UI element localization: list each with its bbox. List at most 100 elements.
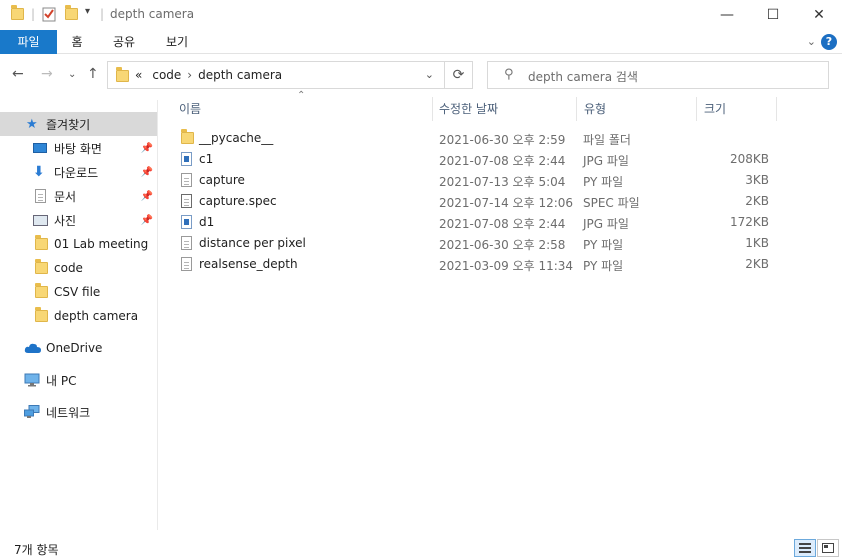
file-type: PY 파일 [583, 238, 624, 252]
search-placeholder: depth camera 검색 [528, 70, 638, 84]
pin-icon[interactable]: 📌 [141, 215, 153, 226]
minimize-button[interactable]: — [704, 0, 750, 30]
up-button[interactable]: ↑ [87, 66, 99, 82]
column-divider[interactable] [576, 97, 577, 121]
nav-item-label: code [54, 261, 83, 275]
folder-icon [11, 5, 24, 26]
back-button[interactable]: ← [12, 66, 24, 82]
file-modified: 2021-07-08 오후 2:44 [439, 154, 566, 168]
nav-item-documents[interactable]: 문서 📌 [0, 184, 157, 208]
nav-item-network[interactable]: 네트워크 [0, 400, 157, 424]
file-size: 208KB [729, 152, 769, 166]
address-bar[interactable]: « code › depth camera ⌄ [107, 61, 445, 89]
nav-item-downloads[interactable]: ⬇ 다운로드 📌 [0, 160, 157, 184]
status-item-count: 7개 항목 [14, 543, 59, 557]
py-file-icon [181, 236, 192, 250]
close-button[interactable]: ✕ [796, 0, 842, 30]
file-type: SPEC 파일 [583, 196, 640, 210]
nav-item-quick-access[interactable]: ★ 즐겨찾기 [0, 112, 157, 136]
refresh-button[interactable]: ⟳ [445, 61, 473, 89]
nav-item-desktop[interactable]: 바탕 화면 📌 [0, 136, 157, 160]
nav-item-label: 즐겨찾기 [46, 117, 91, 132]
expand-ribbon-icon[interactable]: ⌄ [807, 35, 816, 48]
file-size: 2KB [745, 194, 769, 208]
file-row[interactable]: d1 2021-07-08 오후 2:44 JPG 파일 172KB [175, 212, 775, 233]
forward-button[interactable]: → [41, 66, 53, 82]
pc-icon [24, 373, 40, 387]
search-input[interactable]: ⚲ depth camera 검색 [487, 61, 829, 89]
nav-item-label: 사진 [54, 213, 77, 228]
maximize-button[interactable]: ☐ [750, 0, 796, 30]
pin-icon[interactable]: 📌 [141, 191, 153, 202]
chevron-right-icon[interactable]: › [187, 68, 192, 82]
nav-item-pictures[interactable]: 사진 📌 [0, 208, 157, 232]
toolbar-separator: | [100, 7, 105, 21]
nav-item-depth-camera[interactable]: depth camera [0, 304, 157, 328]
file-row[interactable]: capture 2021-07-13 오후 5:04 PY 파일 3KB [175, 170, 775, 191]
cloud-icon [24, 342, 42, 354]
nav-item-csv-file[interactable]: CSV file [0, 280, 157, 304]
breadcrumb-overflow[interactable]: « [135, 68, 142, 82]
column-divider[interactable] [696, 97, 697, 121]
nav-item-label: 다운로드 [54, 165, 99, 180]
tab-home[interactable]: 홈 [62, 30, 92, 54]
nav-item-lab-meeting[interactable]: 01 Lab meeting [0, 232, 157, 256]
search-icon: ⚲ [504, 67, 514, 82]
file-row[interactable]: realsense_depth 2021-03-09 오후 11:34 PY 파… [175, 254, 775, 275]
desktop-icon [33, 143, 47, 153]
folder-icon [35, 235, 48, 250]
file-row[interactable]: capture.spec 2021-07-14 오후 12:06 SPEC 파일… [175, 191, 775, 212]
customize-toolbar-icon[interactable]: ▾ [85, 6, 90, 24]
column-header-type[interactable]: 유형 [584, 97, 606, 121]
column-divider[interactable] [776, 97, 777, 121]
nav-item-label: 01 Lab meeting [54, 237, 149, 251]
file-size: 3KB [745, 173, 769, 187]
new-folder-icon[interactable] [65, 5, 78, 26]
spec-file-icon [181, 194, 192, 208]
column-header-modified[interactable]: 수정한 날짜 [439, 97, 498, 121]
file-modified: 2021-07-13 오후 5:04 [439, 175, 566, 189]
ribbon: 파일 홈 공유 보기 ⌄ ? [0, 30, 842, 54]
details-view-button[interactable] [794, 539, 816, 557]
nav-item-label: 문서 [54, 189, 77, 204]
column-header-size[interactable]: 크기 [704, 97, 726, 121]
file-name: distance per pixel [199, 236, 306, 250]
nav-item-label: 네트워크 [46, 405, 91, 420]
folder-icon [35, 259, 48, 274]
sort-ascending-icon: ⌃ [297, 90, 306, 101]
file-name: __pycache__ [199, 131, 274, 145]
file-row[interactable]: c1 2021-07-08 오후 2:44 JPG 파일 208KB [175, 149, 775, 170]
file-row[interactable]: distance per pixel 2021-06-30 오후 2:58 PY… [175, 233, 775, 254]
file-name: realsense_depth [199, 257, 298, 271]
recent-locations-icon[interactable]: ⌄ [68, 69, 76, 80]
nav-item-label: 바탕 화면 [54, 141, 102, 156]
column-divider[interactable] [432, 97, 433, 121]
help-button[interactable]: ? [821, 34, 837, 50]
breadcrumb-depth-camera[interactable]: depth camera [198, 68, 282, 82]
picture-icon [33, 214, 48, 226]
file-row[interactable]: __pycache__ 2021-06-30 오후 2:59 파일 폴더 [175, 128, 775, 149]
nav-item-onedrive[interactable]: OneDrive [0, 336, 157, 360]
folder-icon [35, 307, 48, 322]
file-size: 1KB [745, 236, 769, 250]
tab-file[interactable]: 파일 [0, 30, 57, 54]
chevron-down-icon[interactable]: ⌄ [425, 68, 434, 81]
toolbar-separator: | [31, 7, 36, 21]
large-icons-view-button[interactable] [817, 539, 839, 557]
download-icon: ⬇ [33, 164, 45, 180]
tab-share[interactable]: 공유 [105, 30, 143, 54]
folder-icon [116, 67, 129, 82]
breadcrumb-code[interactable]: code [152, 68, 181, 82]
jpg-file-icon [181, 215, 192, 229]
nav-item-label: 내 PC [46, 373, 77, 388]
properties-icon[interactable] [42, 6, 56, 24]
tab-view[interactable]: 보기 [158, 30, 196, 54]
pin-icon[interactable]: 📌 [141, 167, 153, 178]
document-icon [35, 189, 46, 203]
nav-item-this-pc[interactable]: 내 PC [0, 368, 157, 392]
column-header-name[interactable]: 이름 [179, 97, 201, 121]
pin-icon[interactable]: 📌 [141, 143, 153, 154]
nav-item-label: OneDrive [46, 341, 103, 355]
file-modified: 2021-03-09 오후 11:34 [439, 259, 574, 273]
nav-item-code[interactable]: code [0, 256, 157, 280]
